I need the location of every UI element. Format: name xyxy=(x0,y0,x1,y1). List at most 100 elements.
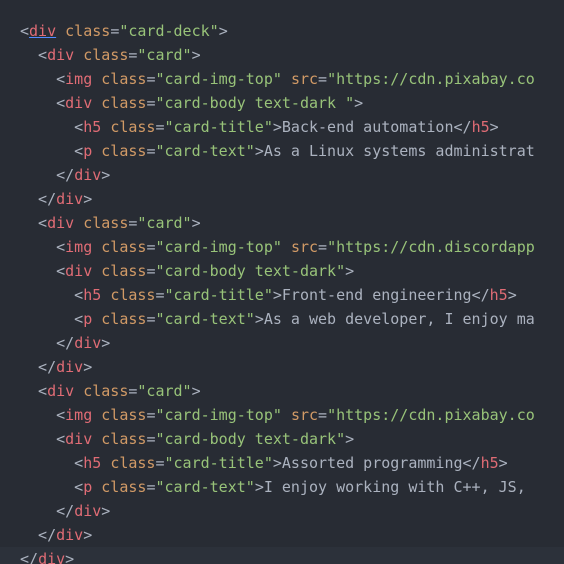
code-line[interactable]: </div> xyxy=(0,187,564,211)
token-attribute-value: "card-img-top" xyxy=(155,70,282,88)
token-punctuation: > xyxy=(254,142,264,160)
token-punctuation: = xyxy=(155,454,165,472)
code-line-content: </div> xyxy=(20,163,110,187)
token-text-content: As a Linux systems administrat xyxy=(263,142,535,160)
token-punctuation: > xyxy=(191,382,201,400)
token-punctuation: = xyxy=(318,70,328,88)
code-line[interactable]: <h5 class="card-title">Assorted programm… xyxy=(0,451,564,475)
token-punctuation xyxy=(92,262,101,280)
code-line[interactable]: </div> xyxy=(0,523,564,547)
code-line-content: <div class="card"> xyxy=(20,211,201,235)
code-line[interactable]: <img class="card-img-top" src="https://c… xyxy=(0,235,564,259)
token-punctuation: > xyxy=(498,454,508,472)
code-line[interactable]: </div> xyxy=(0,331,564,355)
token-punctuation: < xyxy=(20,238,66,256)
token-punctuation: < xyxy=(20,262,66,280)
code-line[interactable]: <h5 class="card-title">Back-end automati… xyxy=(0,115,564,139)
token-tag-name: div xyxy=(65,262,93,280)
token-text-content: Front-end engineering xyxy=(281,286,472,304)
token-tag-name: h5 xyxy=(480,454,499,472)
code-line[interactable]: <div class="card"> xyxy=(0,211,564,235)
token-punctuation: < xyxy=(20,22,30,40)
token-punctuation xyxy=(92,430,101,448)
code-line-current[interactable]: </div> xyxy=(0,547,564,564)
token-punctuation: = xyxy=(110,22,120,40)
token-attribute-value: "card-body text-dark" xyxy=(155,262,346,280)
token-punctuation: < xyxy=(20,478,84,496)
code-line[interactable]: <img class="card-img-top" src="https://c… xyxy=(0,403,564,427)
token-punctuation xyxy=(74,214,83,232)
code-line[interactable]: </div> xyxy=(0,355,564,379)
token-punctuation xyxy=(101,454,110,472)
code-line[interactable]: <p class="card-text">I enjoy working wit… xyxy=(0,475,564,499)
token-punctuation xyxy=(101,286,110,304)
token-attribute-name: class xyxy=(101,238,147,256)
code-line-content: <div class="card"> xyxy=(20,43,201,67)
token-attribute-value: "card" xyxy=(137,382,192,400)
code-line-content: <p class="card-text">I enjoy working wit… xyxy=(20,475,526,499)
token-attribute-name: class xyxy=(101,70,147,88)
token-attribute-name: class xyxy=(101,310,147,328)
code-line-content: </div> xyxy=(20,523,92,547)
token-tag-name: div xyxy=(65,430,93,448)
token-attribute-value: "card-title" xyxy=(164,454,273,472)
token-tag-name: p xyxy=(83,142,93,160)
token-punctuation xyxy=(92,406,101,424)
token-tag-name: div xyxy=(47,382,75,400)
token-attribute-name: class xyxy=(110,454,156,472)
token-attribute-name: class xyxy=(65,22,111,40)
code-line[interactable]: <div class="card"> xyxy=(0,43,564,67)
code-line[interactable]: <p class="card-text">As a web developer,… xyxy=(0,307,564,331)
token-punctuation: </ xyxy=(20,526,57,544)
code-line[interactable]: <div class="card-deck"> xyxy=(0,19,564,43)
code-line[interactable]: <div class="card-body text-dark"> xyxy=(0,427,564,451)
token-attribute-name: class xyxy=(101,406,147,424)
token-tag-name: img xyxy=(65,238,93,256)
token-punctuation: </ xyxy=(20,190,57,208)
code-editor[interactable]: <div class="card-deck"> <div class="card… xyxy=(0,0,564,564)
token-attribute-value: "card-text" xyxy=(155,310,255,328)
token-attribute-value: "card-text" xyxy=(155,478,255,496)
token-punctuation: > xyxy=(507,286,517,304)
token-punctuation: > xyxy=(101,334,111,352)
token-punctuation xyxy=(74,46,83,64)
code-line-content: <h5 class="card-title">Assorted programm… xyxy=(20,451,508,475)
token-attribute-value: "card" xyxy=(137,46,192,64)
code-line[interactable]: <div class="card"> xyxy=(0,379,564,403)
code-line[interactable]: </div> xyxy=(0,163,564,187)
token-attribute-value: "card-img-top" xyxy=(155,238,282,256)
code-line[interactable]: <img class="card-img-top" src="https://c… xyxy=(0,67,564,91)
code-line[interactable]: <div class="card-body text-dark"> xyxy=(0,259,564,283)
token-attribute-name: class xyxy=(101,262,147,280)
token-punctuation: > xyxy=(489,118,499,136)
token-punctuation: > xyxy=(272,118,282,136)
token-punctuation: </ xyxy=(20,550,39,564)
token-punctuation: </ xyxy=(20,502,75,520)
token-attribute-name: class xyxy=(110,286,156,304)
code-line[interactable]: <p class="card-text">As a Linux systems … xyxy=(0,139,564,163)
token-punctuation: < xyxy=(20,142,84,160)
token-punctuation: > xyxy=(254,478,264,496)
token-tag-name: div xyxy=(29,22,57,40)
token-attribute-name: src xyxy=(290,70,319,88)
token-tag-name: h5 xyxy=(471,118,490,136)
token-punctuation: = xyxy=(318,238,328,256)
token-punctuation: > xyxy=(65,550,75,564)
code-line-content: <h5 class="card-title">Front-end enginee… xyxy=(20,283,517,307)
code-line[interactable]: <div class="card-body text-dark "> xyxy=(0,91,564,115)
code-line-content: </div> xyxy=(20,547,74,564)
code-line[interactable]: <h5 class="card-title">Front-end enginee… xyxy=(0,283,564,307)
token-punctuation: </ xyxy=(453,118,472,136)
token-tag-name: p xyxy=(83,310,93,328)
token-punctuation: = xyxy=(318,406,328,424)
token-punctuation xyxy=(92,310,101,328)
token-attribute-name: src xyxy=(290,238,319,256)
token-punctuation: < xyxy=(20,454,84,472)
token-punctuation: > xyxy=(83,190,93,208)
token-punctuation: < xyxy=(20,214,48,232)
token-tag-name: h5 xyxy=(83,454,102,472)
code-line[interactable]: </div> xyxy=(0,499,564,523)
token-attribute-name: class xyxy=(101,94,147,112)
token-punctuation: </ xyxy=(20,334,75,352)
token-punctuation: > xyxy=(354,94,364,112)
